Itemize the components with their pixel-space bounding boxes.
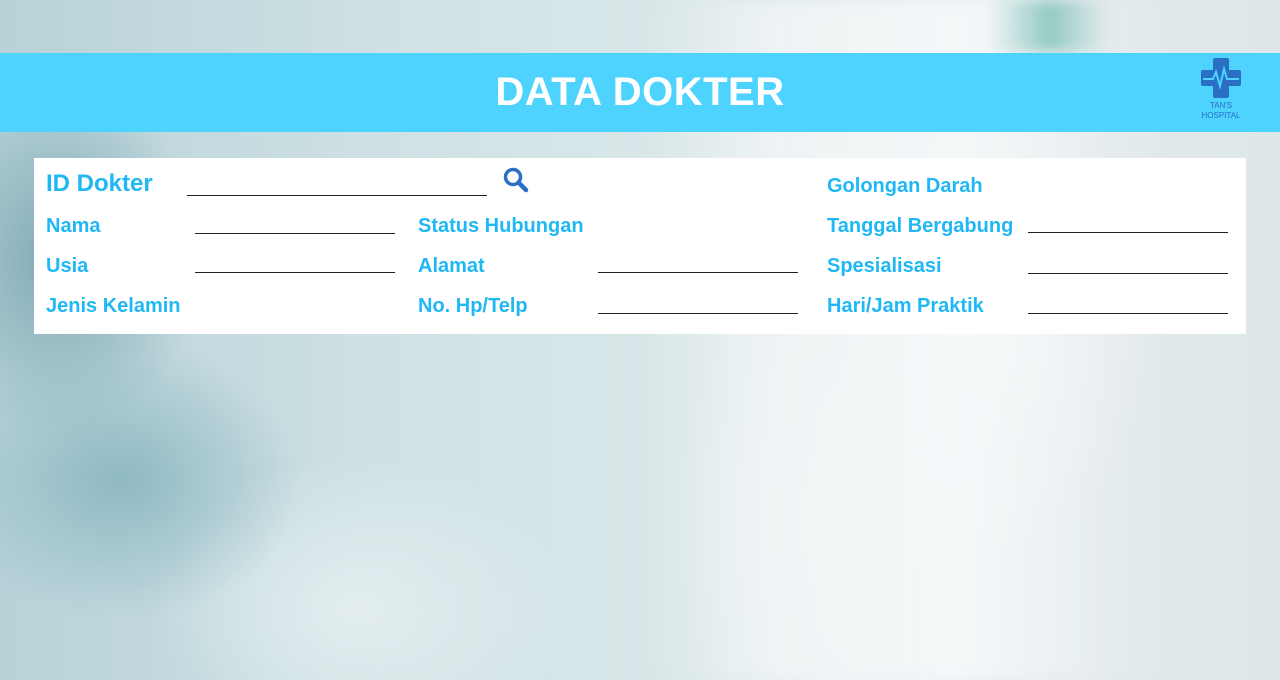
search-icon xyxy=(503,167,529,193)
alamat-label: Alamat xyxy=(418,255,485,277)
jenis-kelamin-label: Jenis Kelamin xyxy=(46,295,181,317)
page-title: DATA DOKTER xyxy=(495,70,785,114)
spesialisasi-label: Spesialisasi xyxy=(827,255,942,277)
no-hp-input[interactable] xyxy=(598,293,798,314)
alamat-input[interactable] xyxy=(598,252,798,273)
id-dokter-label: ID Dokter xyxy=(46,170,153,197)
nama-input[interactable] xyxy=(195,213,395,234)
golongan-darah-label: Golongan Darah xyxy=(827,175,983,197)
tanggal-bergabung-label: Tanggal Bergabung xyxy=(827,215,1014,237)
spesialisasi-input[interactable] xyxy=(1028,253,1228,274)
tanggal-bergabung-input[interactable] xyxy=(1028,212,1228,233)
hari-jam-praktik-label: Hari/Jam Praktik xyxy=(827,295,984,317)
usia-input[interactable] xyxy=(195,252,395,273)
status-hubungan-label: Status Hubungan xyxy=(418,215,584,237)
doctor-form-panel: ID Dokter Nama Usia Jenis Kelamin Status… xyxy=(34,158,1246,334)
nama-label: Nama xyxy=(46,215,101,237)
background-scrub xyxy=(990,0,1110,52)
logo-text-line1: TAN'S xyxy=(1209,101,1233,110)
hospital-logo: TAN'S HOSPITAL xyxy=(1196,57,1246,129)
hari-jam-praktik-input[interactable] xyxy=(1028,293,1228,314)
header-bar: DATA DOKTER TAN'S HOSPITAL xyxy=(0,53,1280,132)
medical-cross-icon xyxy=(1201,58,1241,98)
search-button[interactable] xyxy=(502,166,530,194)
no-hp-label: No. Hp/Telp xyxy=(418,295,528,317)
logo-text-line2: HOSPITAL xyxy=(1201,111,1241,120)
id-dokter-input[interactable] xyxy=(187,175,487,196)
usia-label: Usia xyxy=(46,255,89,277)
